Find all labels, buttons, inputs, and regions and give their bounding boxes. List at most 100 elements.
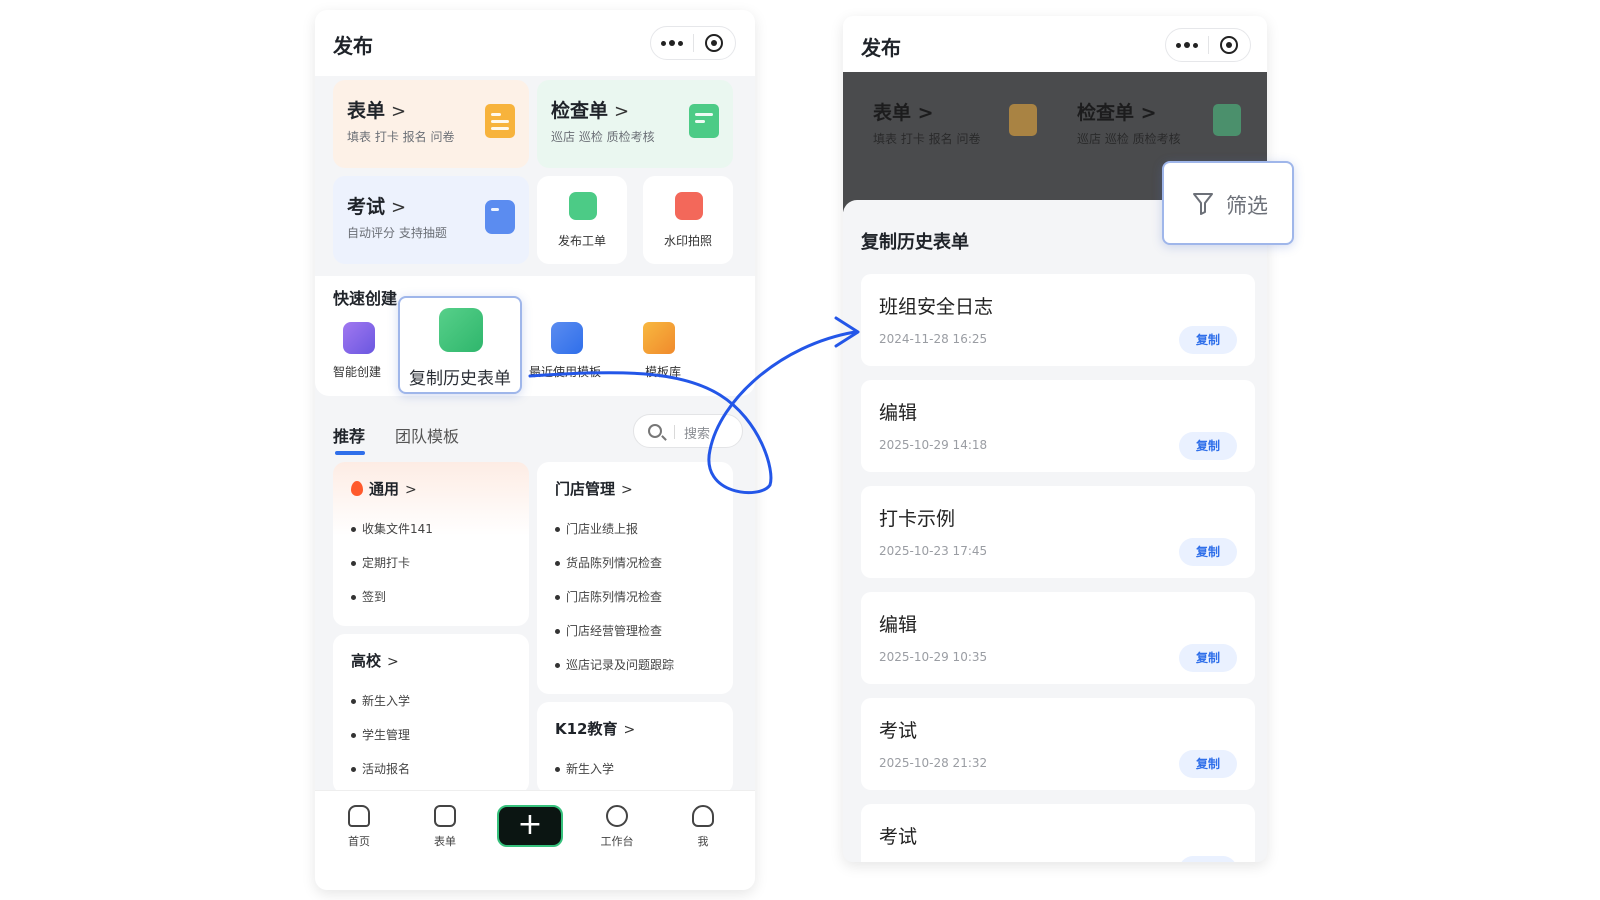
list-item[interactable]: 学生管理 bbox=[351, 726, 410, 743]
category-k12-title: K12教育 bbox=[555, 720, 618, 738]
nav-workbench-label: 工作台 bbox=[600, 835, 634, 848]
search-placeholder: 搜索 bbox=[684, 427, 711, 442]
cube-icon bbox=[606, 805, 628, 827]
history-item[interactable]: 班组安全日志 2024-11-28 16:25 复制 bbox=[861, 274, 1255, 366]
copy-button[interactable]: 复制 bbox=[1179, 856, 1237, 862]
history-item[interactable]: 编辑 2025-10-29 14:18 复制 bbox=[861, 380, 1255, 472]
list-item[interactable]: 门店业绩上报 bbox=[555, 520, 638, 537]
list-item[interactable]: 门店陈列情况检查 bbox=[555, 588, 662, 605]
close-miniprogram-button[interactable] bbox=[1208, 29, 1250, 61]
sheet-title: 复制历史表单 bbox=[861, 232, 969, 253]
nav-home[interactable]: 首页 bbox=[329, 805, 389, 849]
ai-create-label[interactable]: 智能创建 bbox=[333, 363, 381, 380]
list-item[interactable]: 定期打卡 bbox=[351, 554, 410, 571]
history-item-title: 编辑 bbox=[879, 614, 918, 636]
list-item[interactable]: 活动报名 bbox=[351, 760, 410, 777]
history-item-title: 班组安全日志 bbox=[879, 296, 994, 318]
list-item[interactable]: 新生入学 bbox=[351, 692, 410, 709]
search-icon bbox=[648, 424, 662, 438]
list-item[interactable]: 巡店记录及问题跟踪 bbox=[555, 656, 674, 673]
top-bar: 发布 bbox=[315, 10, 755, 76]
exam-card-title: 考试 bbox=[347, 196, 386, 218]
nav-me[interactable]: 我 bbox=[673, 805, 733, 849]
tab-recommend[interactable]: 推荐 bbox=[333, 423, 365, 447]
search-input[interactable]: 搜索 bbox=[633, 414, 743, 448]
checklist-card[interactable]: 检查单 > 巡店 巡检 质检考核 bbox=[537, 80, 733, 168]
more-button[interactable] bbox=[651, 27, 693, 59]
filter-button[interactable]: 筛选 bbox=[1162, 161, 1294, 245]
nav-form-label: 表单 bbox=[434, 835, 456, 848]
list-item[interactable]: 新生入学 bbox=[555, 760, 614, 777]
category-general-card[interactable]: 通用 > 收集文件141 定期打卡 签到 bbox=[333, 462, 529, 626]
target-icon bbox=[705, 34, 724, 52]
form-doc-icon bbox=[1009, 104, 1037, 136]
mini-program-capsule bbox=[1165, 28, 1251, 62]
top-bar: 发布 bbox=[843, 16, 1267, 72]
copy-button[interactable]: 复制 bbox=[1179, 644, 1237, 672]
publish-workorder-button[interactable]: 发布工单 bbox=[537, 176, 627, 264]
history-item[interactable]: 考试2025-10-28 21:30复制 bbox=[861, 804, 1255, 862]
target-icon bbox=[1220, 36, 1239, 54]
copy-button[interactable]: 复制 bbox=[1179, 432, 1237, 460]
bookmark-icon[interactable] bbox=[551, 322, 583, 354]
exam-card-subtitle: 自动评分 支持抽题 bbox=[347, 226, 447, 240]
form-doc-icon bbox=[485, 104, 515, 138]
right-phone-screen: 发布 表单 > 填表 打卡 报名 问卷 检查单 > 巡店 巡检 质检考核 复制历… bbox=[843, 16, 1267, 862]
dim-checklist-subtitle: 巡店 巡检 质检考核 bbox=[1077, 132, 1181, 146]
list-item[interactable]: 货品陈列情况检查 bbox=[555, 554, 662, 571]
history-item-title: 打卡示例 bbox=[879, 508, 956, 530]
form-card-subtitle: 填表 打卡 报名 问卷 bbox=[347, 130, 455, 144]
create-plus-button[interactable]: + bbox=[497, 805, 563, 847]
history-item[interactable]: 编辑 2025-10-29 10:35 复制 bbox=[861, 592, 1255, 684]
history-item-title: 考试 bbox=[879, 826, 918, 848]
more-dots-icon bbox=[1175, 42, 1198, 48]
flow-arrow bbox=[528, 316, 860, 495]
list-item[interactable]: 收集文件141 bbox=[351, 520, 433, 537]
history-item-title: 编辑 bbox=[879, 402, 918, 424]
copy-button[interactable]: 复制 bbox=[1179, 538, 1237, 566]
history-item-date: 2025-10-28 21:32 bbox=[879, 756, 988, 770]
history-item-date: 2025-10-29 14:18 bbox=[879, 438, 988, 452]
form-icon bbox=[434, 805, 456, 827]
exam-card[interactable]: 考试 > 自动评分 支持抽题 bbox=[333, 176, 529, 264]
category-college-card[interactable]: 高校 > 新生入学 学生管理 活动报名 bbox=[333, 634, 529, 794]
history-item[interactable]: 打卡示例 2025-10-23 17:45 复制 bbox=[861, 486, 1255, 578]
copy-button[interactable]: 复制 bbox=[1179, 750, 1237, 778]
template-library-icon[interactable] bbox=[643, 322, 675, 354]
category-general-title: 通用 bbox=[369, 480, 400, 498]
template-library-label[interactable]: 模板库 bbox=[645, 363, 681, 380]
copy-history-form-button[interactable]: 复制历史表单 bbox=[398, 296, 522, 394]
home-icon bbox=[348, 805, 370, 827]
ai-create-icon[interactable] bbox=[343, 322, 375, 354]
page-title: 发布 bbox=[333, 34, 373, 58]
category-store-title: 门店管理 bbox=[555, 480, 616, 498]
watermark-photo-button[interactable]: 水印拍照 bbox=[643, 176, 733, 264]
checklist-card-subtitle: 巡店 巡检 质检考核 bbox=[551, 130, 655, 144]
checklist-search-icon bbox=[689, 104, 719, 138]
history-item-date: 2025-10-29 10:35 bbox=[879, 650, 988, 664]
recent-template-label[interactable]: 最近使用模板 bbox=[529, 363, 601, 380]
more-dots-icon bbox=[660, 40, 683, 46]
category-store-card[interactable]: 门店管理 > 门店业绩上报 货品陈列情况检查 门店陈列情况检查 门店经营管理检查 … bbox=[537, 462, 733, 694]
category-k12-card[interactable]: K12教育 > 新生入学 bbox=[537, 702, 733, 794]
history-item-date: 2025-10-23 17:45 bbox=[879, 544, 988, 558]
history-item-title: 考试 bbox=[879, 720, 918, 742]
user-icon bbox=[692, 805, 714, 827]
quick-create-title: 快速创建 bbox=[333, 289, 398, 308]
dim-form-title: 表单 bbox=[873, 102, 912, 124]
close-miniprogram-button[interactable] bbox=[693, 27, 735, 59]
list-item[interactable]: 门店经营管理检查 bbox=[555, 622, 662, 639]
filter-label: 筛选 bbox=[1226, 194, 1268, 218]
nav-workbench[interactable]: 工作台 bbox=[587, 805, 647, 849]
more-button[interactable] bbox=[1166, 29, 1208, 61]
list-item[interactable]: 签到 bbox=[351, 588, 386, 605]
nav-home-label: 首页 bbox=[348, 835, 370, 848]
copy-button[interactable]: 复制 bbox=[1179, 326, 1237, 354]
tab-team-templates[interactable]: 团队模板 bbox=[395, 423, 459, 447]
history-sheet: 复制历史表单 班组安全日志 2024-11-28 16:25 复制编辑 2025-10… bbox=[843, 200, 1267, 862]
flame-icon bbox=[351, 481, 363, 496]
nav-form[interactable]: 表单 bbox=[415, 805, 475, 849]
history-item[interactable]: 考试 2025-10-28 21:32 复制 bbox=[861, 698, 1255, 790]
publish-workorder-label: 发布工单 bbox=[557, 234, 606, 248]
form-card[interactable]: 表单 > 填表 打卡 报名 问卷 bbox=[333, 80, 529, 168]
